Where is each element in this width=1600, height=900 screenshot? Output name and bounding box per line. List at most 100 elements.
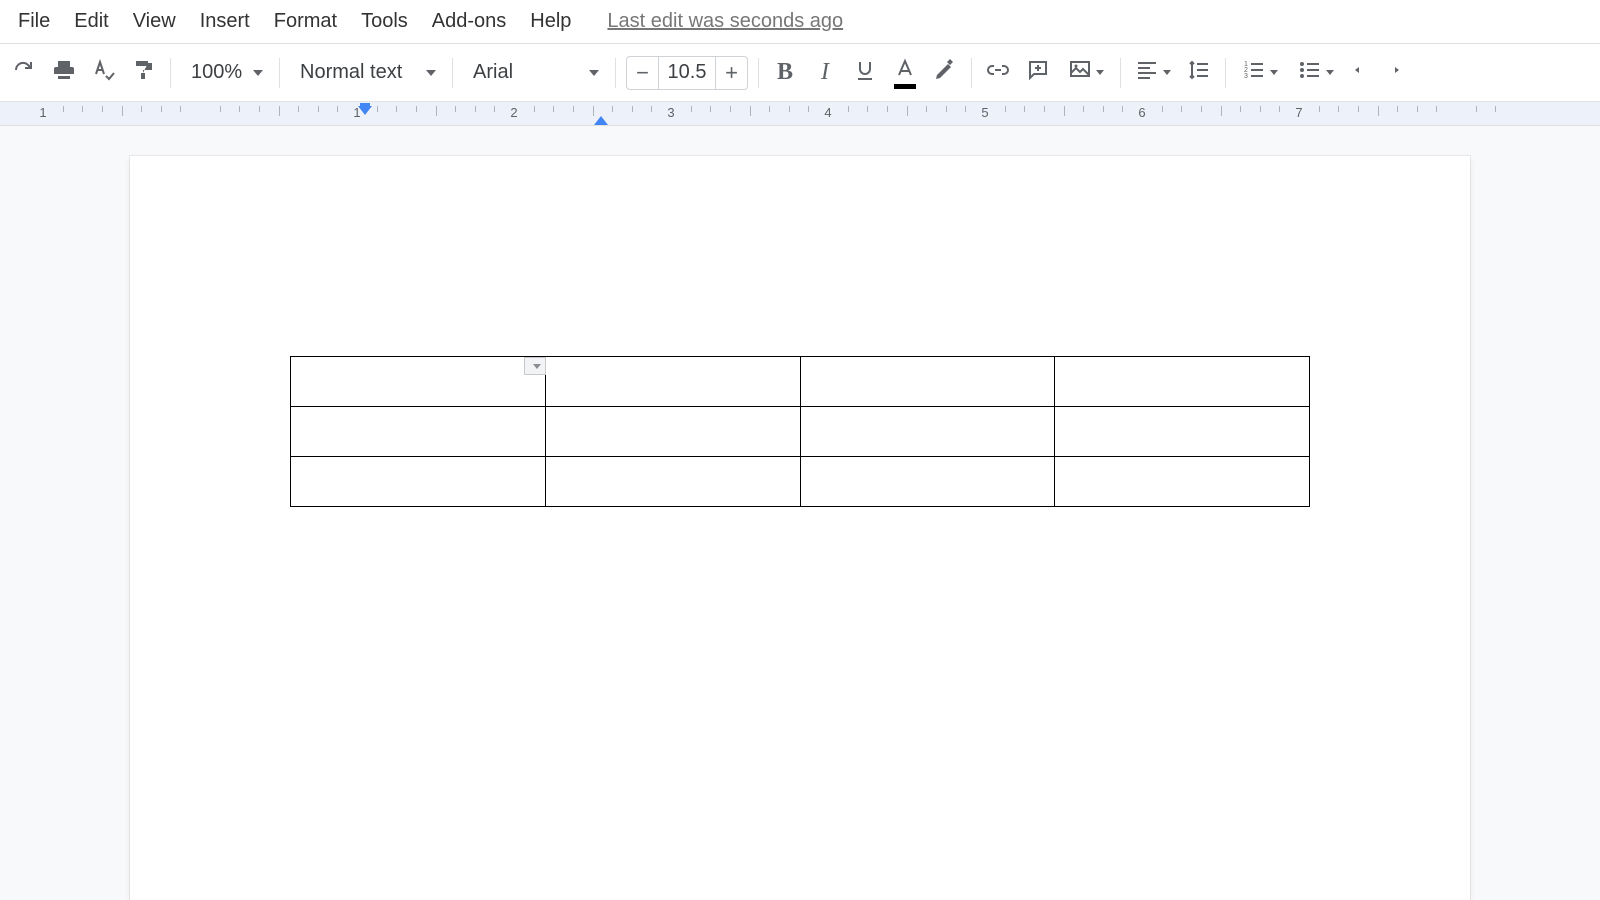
table-cell[interactable] <box>545 457 800 507</box>
table-cell[interactable] <box>800 457 1055 507</box>
chevron-down-icon <box>1326 70 1334 75</box>
add-comment-button[interactable] <box>1018 53 1058 93</box>
ruler-tick <box>730 106 731 112</box>
ruler-tick <box>651 106 652 112</box>
print-icon <box>52 58 76 87</box>
ruler-tick <box>1181 106 1182 112</box>
ruler-tick <box>1024 106 1025 112</box>
chevron-down-icon <box>1163 70 1171 75</box>
italic-button[interactable]: I <box>805 53 845 93</box>
highlighter-icon <box>933 58 957 87</box>
table-cell[interactable] <box>1055 407 1310 457</box>
last-edit-status[interactable]: Last edit was seconds ago <box>607 10 843 33</box>
table-cell[interactable] <box>545 357 800 407</box>
ruler-tick <box>553 106 554 112</box>
table-row <box>291 357 1310 407</box>
text-color-button[interactable] <box>885 53 925 93</box>
indent-increase-icon <box>1392 58 1416 87</box>
ruler-number: 7 <box>1295 105 1302 120</box>
ruler-tick <box>1122 106 1123 112</box>
paragraph-style-select[interactable]: Normal text <box>286 53 446 93</box>
ruler-number: 1 <box>39 105 46 120</box>
horizontal-ruler[interactable]: 11234567 <box>0 102 1600 126</box>
font-size-input[interactable] <box>658 56 716 90</box>
redo-icon <box>12 58 36 87</box>
ruler-tick <box>907 106 908 116</box>
font-family-select[interactable]: Arial <box>459 53 609 93</box>
toolbar-separator <box>758 58 759 88</box>
link-icon <box>986 58 1010 87</box>
toolbar-separator <box>170 58 171 88</box>
bulleted-list-button[interactable] <box>1288 53 1344 93</box>
first-line-indent-marker[interactable] <box>358 106 372 115</box>
ruler-tick <box>573 106 574 112</box>
ruler-tick <box>337 106 338 112</box>
ruler-tick <box>494 106 495 112</box>
chevron-down-icon <box>253 70 263 76</box>
ruler-tick <box>279 106 280 116</box>
zoom-select[interactable]: 100% <box>177 53 273 93</box>
ruler-tick <box>416 106 417 112</box>
spellcheck-icon <box>92 58 116 87</box>
table-row <box>291 407 1310 457</box>
menu-help[interactable]: Help <box>518 4 583 39</box>
font-size-group: − + <box>626 56 748 90</box>
chevron-down-icon <box>589 70 599 76</box>
ruler-tick <box>1279 106 1280 112</box>
table-cell[interactable] <box>545 407 800 457</box>
ruler-tick <box>1162 106 1163 112</box>
underline-button[interactable] <box>845 53 885 93</box>
table-cell[interactable] <box>291 457 546 507</box>
ruler-tick <box>691 106 692 112</box>
table-cell[interactable] <box>291 357 546 407</box>
line-spacing-button[interactable] <box>1179 53 1219 93</box>
menu-edit[interactable]: Edit <box>62 4 120 39</box>
toolbar-separator <box>452 58 453 88</box>
bold-button[interactable]: B <box>765 53 805 93</box>
table-cell[interactable] <box>291 407 546 457</box>
highlight-color-button[interactable] <box>925 53 965 93</box>
ruler-tick <box>1103 106 1104 112</box>
ruler-tick <box>63 106 64 112</box>
plus-icon: + <box>725 60 738 86</box>
ruler-tick <box>710 106 711 112</box>
insert-image-button[interactable] <box>1058 53 1114 93</box>
ruler-tick <box>239 106 240 112</box>
ruler-tick <box>1319 106 1320 112</box>
font-size-increase-button[interactable]: + <box>716 56 748 90</box>
chevron-down-icon <box>533 364 541 369</box>
increase-indent-button[interactable] <box>1384 53 1424 93</box>
redo-button[interactable] <box>4 53 44 93</box>
menu-tools[interactable]: Tools <box>349 4 420 39</box>
menu-file[interactable]: File <box>6 4 62 39</box>
ruler-tick <box>1044 106 1045 112</box>
document-page[interactable] <box>130 156 1470 900</box>
decrease-indent-button[interactable] <box>1344 53 1384 93</box>
menu-format[interactable]: Format <box>262 4 349 39</box>
cell-options-button[interactable] <box>524 357 546 375</box>
ruler-tick <box>1260 106 1261 112</box>
menu-view[interactable]: View <box>121 4 188 39</box>
ruler-tick <box>612 106 613 112</box>
font-size-decrease-button[interactable]: − <box>626 56 658 90</box>
left-indent-marker[interactable] <box>594 116 608 125</box>
ruler-tick <box>180 106 181 112</box>
ruler-tick <box>298 106 299 112</box>
paint-format-button[interactable] <box>124 53 164 93</box>
table-cell[interactable] <box>800 407 1055 457</box>
ruler-tick <box>102 106 103 112</box>
document-table[interactable] <box>290 356 1310 507</box>
ruler-tick <box>1338 106 1339 112</box>
numbered-list-button[interactable]: 123 <box>1232 53 1288 93</box>
print-button[interactable] <box>44 53 84 93</box>
align-button[interactable] <box>1127 53 1179 93</box>
ruler-number: 4 <box>824 105 831 120</box>
insert-link-button[interactable] <box>978 53 1018 93</box>
table-cell[interactable] <box>800 357 1055 407</box>
spellcheck-button[interactable] <box>84 53 124 93</box>
table-cell[interactable] <box>1055 457 1310 507</box>
menu-addons[interactable]: Add-ons <box>420 4 519 39</box>
table-cell[interactable] <box>1055 357 1310 407</box>
menu-insert[interactable]: Insert <box>188 4 262 39</box>
toolbar-separator <box>615 58 616 88</box>
